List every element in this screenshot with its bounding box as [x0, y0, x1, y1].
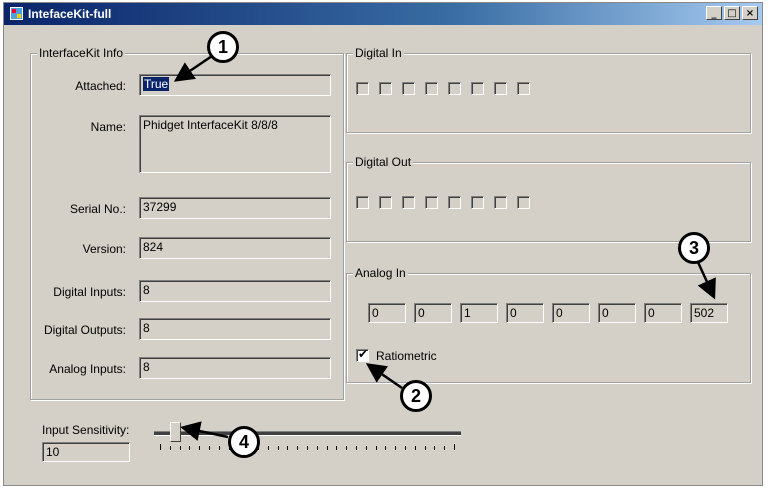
digital-in-checkbox-1[interactable] [379, 82, 392, 95]
maximize-button[interactable]: □ [724, 6, 740, 20]
name-field[interactable]: Phidget InterfaceKit 8/8/8 [139, 115, 331, 173]
slider-tick [218, 446, 220, 450]
ratiometric-checkbox[interactable]: ✔ [356, 347, 369, 362]
digital-out-checkbox-0[interactable] [356, 196, 369, 209]
callout-4: 4 [228, 426, 260, 458]
close-button[interactable]: × [742, 6, 758, 20]
analog-inputs-label: Analog Inputs: [49, 362, 126, 376]
analog-in-field-6[interactable]: 0 [644, 303, 682, 323]
digital-outputs-field[interactable]: 8 [139, 318, 331, 340]
digital-out-checkbox-6[interactable] [494, 196, 507, 209]
slider-tick [199, 446, 201, 450]
slider-tick [444, 446, 446, 450]
slider-tick [316, 446, 318, 450]
attached-label: Attached: [75, 79, 126, 93]
slider-tick [267, 446, 269, 450]
slider-tick [365, 446, 367, 450]
slider-tick [454, 444, 455, 450]
slider-tick [326, 446, 328, 450]
group-label-info: InterfaceKit Info [37, 46, 126, 60]
analog-in-field-1[interactable]: 0 [414, 303, 452, 323]
group-label-analog-in: Analog In [353, 266, 408, 280]
analog-in-field-2[interactable]: 1 [460, 303, 498, 323]
slider-tick [189, 446, 191, 450]
attached-value: True [143, 77, 170, 91]
name-label: Name: [90, 120, 126, 134]
ratiometric-label: Ratiometric [376, 349, 437, 363]
digital-in-checkbox-3[interactable] [425, 82, 438, 95]
serial-label: Serial No.: [69, 202, 126, 216]
slider-tick [209, 446, 210, 450]
callout-2: 2 [400, 380, 432, 412]
digital-out-checkbox-3[interactable] [425, 196, 438, 209]
slider-tick [395, 446, 397, 450]
app-icon [10, 7, 23, 20]
digital-inputs-field[interactable]: 8 [139, 280, 331, 302]
digital-in-checkbox-6[interactable] [494, 82, 507, 95]
slider-tick [424, 446, 426, 450]
attached-field[interactable]: True [139, 74, 331, 96]
analog-in-field-5[interactable]: 0 [598, 303, 636, 323]
digital-outputs-label: Digital Outputs: [43, 323, 126, 337]
slider-tick [307, 446, 308, 450]
input-sensitivity-label: Input Sensitivity: [42, 423, 130, 437]
slider-tick [385, 446, 387, 450]
serial-field[interactable]: 37299 [139, 197, 331, 219]
analog-in-field-4[interactable]: 0 [552, 303, 590, 323]
slider-tick [375, 446, 377, 450]
slider-tick [356, 446, 357, 450]
slider-tick [346, 446, 348, 450]
slider-tick [287, 446, 289, 450]
slider-tick [169, 446, 171, 450]
digital-in-checkbox-4[interactable] [448, 82, 461, 95]
version-field[interactable]: 824 [139, 237, 331, 259]
digital-out-checkbox-5[interactable] [471, 196, 484, 209]
analog-inputs-field[interactable]: 8 [139, 357, 331, 379]
window-title: IntefaceKit-full [28, 7, 112, 21]
digital-inputs-label: Digital Inputs: [53, 285, 126, 299]
sensitivity-slider-thumb[interactable] [169, 422, 181, 442]
input-sensitivity-field[interactable]: 10 [42, 442, 130, 462]
digital-in-checkbox-2[interactable] [402, 82, 415, 95]
slider-tick [179, 446, 181, 450]
digital-out-checkbox-1[interactable] [379, 196, 392, 209]
digital-out-checkbox-2[interactable] [402, 196, 415, 209]
group-label-digital-out: Digital Out [353, 155, 414, 169]
slider-tick [277, 446, 279, 450]
slider-tick [405, 446, 406, 450]
group-label-digital-in: Digital In [353, 46, 404, 60]
slider-tick [160, 444, 161, 450]
digital-out-checkbox-7[interactable] [517, 196, 530, 209]
minimize-button[interactable]: _ [706, 6, 722, 20]
analog-in-group: Analog In [346, 266, 751, 383]
slider-tick [336, 446, 338, 450]
title-bar[interactable]: IntefaceKit-full _ □ × [4, 3, 762, 25]
analog-in-field-7[interactable]: 502 [690, 303, 728, 323]
callout-3: 3 [678, 232, 710, 264]
version-label: Version: [82, 242, 126, 256]
digital-in-checkbox-0[interactable] [356, 82, 369, 95]
digital-out-checkbox-4[interactable] [448, 196, 461, 209]
analog-in-field-0[interactable]: 0 [368, 303, 406, 323]
check-icon: ✔ [358, 347, 369, 361]
digital-in-checkbox-7[interactable] [517, 82, 530, 95]
callout-1: 1 [207, 31, 239, 63]
digital-in-checkbox-5[interactable] [471, 82, 484, 95]
slider-tick [434, 446, 436, 450]
slider-tick [297, 446, 299, 450]
analog-in-field-3[interactable]: 0 [506, 303, 544, 323]
interfacekit-info-group: InterfaceKit Info [30, 46, 344, 400]
slider-tick [414, 446, 416, 450]
sensitivity-slider-track[interactable] [154, 431, 461, 436]
